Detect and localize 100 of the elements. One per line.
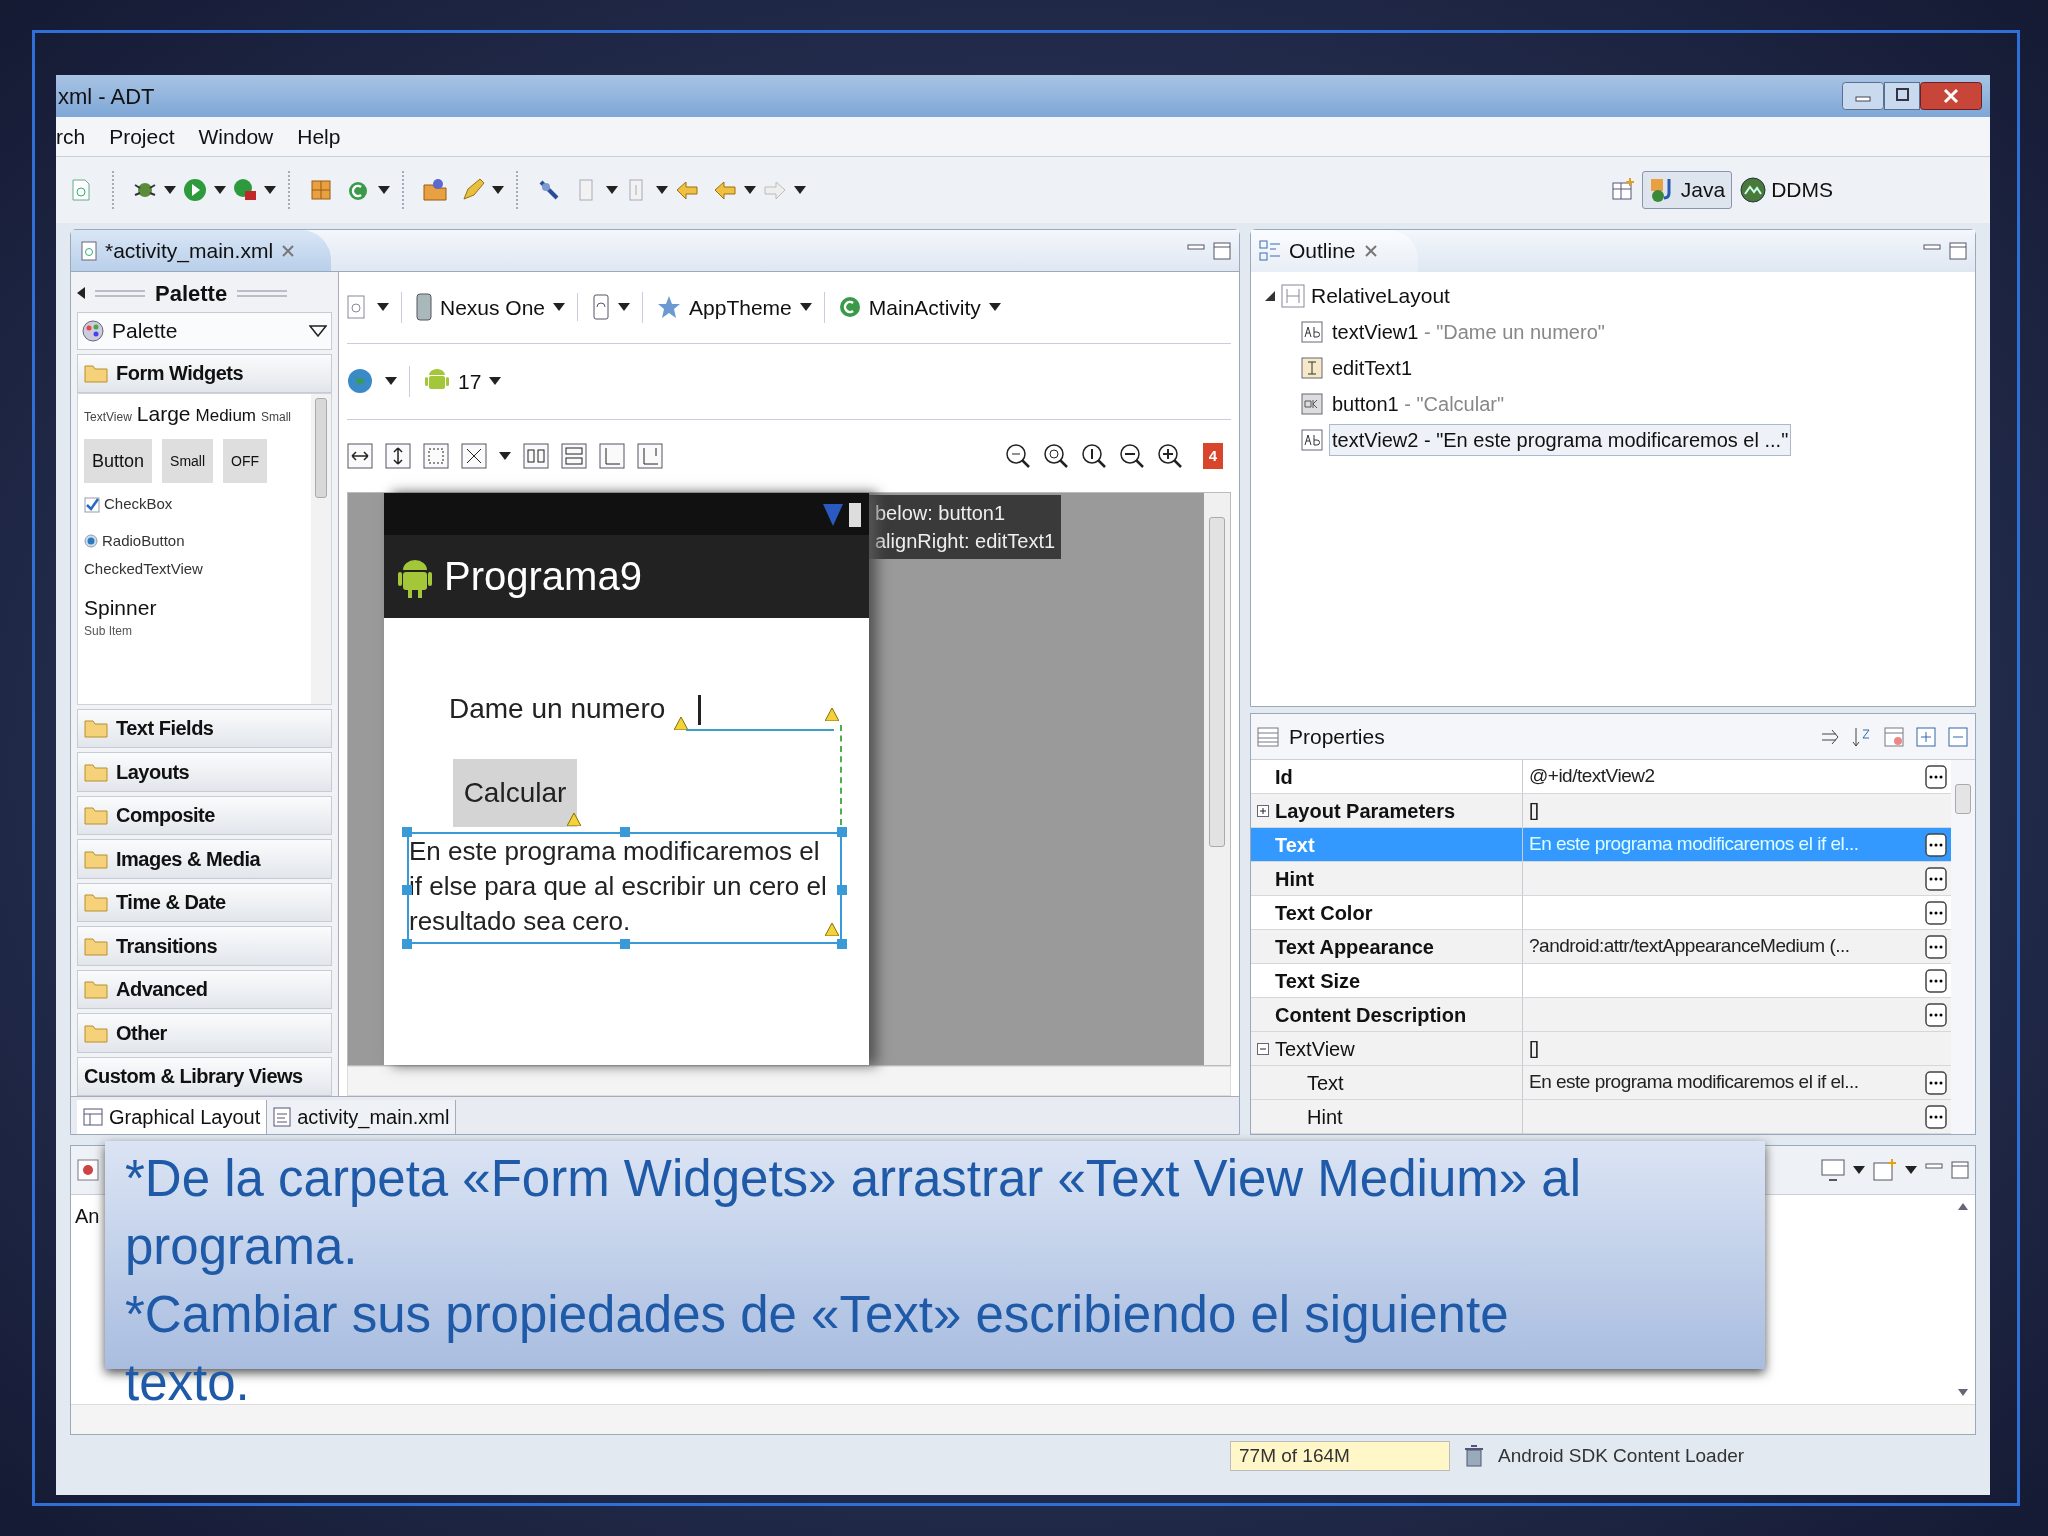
tree-item[interactable]: textView2 - "En este programa modificaremos el ..." (1329, 424, 1792, 456)
palette-category[interactable]: Other (77, 1013, 332, 1053)
menu-item[interactable]: Window (198, 120, 274, 153)
collapse-arrow-icon[interactable] (77, 287, 85, 299)
error-count-badge[interactable]: 4 (1202, 442, 1223, 469)
palette-category[interactable]: Time & Date (77, 882, 332, 923)
property-row[interactable]: TextView [] (1251, 1032, 1951, 1066)
display-icon[interactable] (1821, 1159, 1845, 1181)
caret-icon[interactable] (606, 186, 618, 194)
edit-value-button[interactable] (1925, 832, 1947, 857)
edit-value-button[interactable] (1925, 1104, 1947, 1129)
restore-button[interactable] (1884, 82, 1920, 110)
console-icon[interactable] (77, 1159, 99, 1181)
run-icon[interactable] (182, 177, 208, 203)
palette-category[interactable]: Text Fields (77, 708, 332, 749)
caret-icon[interactable] (377, 303, 389, 312)
caret-icon[interactable] (744, 186, 756, 194)
selection-handle[interactable] (402, 884, 412, 895)
close-icon[interactable] (281, 243, 296, 258)
tree-item[interactable]: editText1 (1329, 352, 1416, 384)
fill-width-icon[interactable] (347, 442, 373, 469)
edit-value-button[interactable] (1925, 900, 1947, 925)
perspective-button[interactable]: DDMS (1732, 171, 1840, 209)
caret-icon[interactable] (378, 186, 390, 194)
caret-icon[interactable] (988, 303, 1001, 312)
caret-icon[interactable] (799, 303, 812, 312)
caret-icon[interactable] (492, 186, 504, 194)
palette-widget[interactable]: RadioButton (84, 530, 305, 553)
menu-item[interactable]: rch (56, 120, 86, 153)
close-button[interactable] (1920, 82, 1982, 110)
palette-category[interactable]: Transitions (77, 926, 332, 966)
property-row[interactable]: Layout Parameters [] (1251, 794, 1951, 828)
edit-value-button[interactable] (1925, 934, 1947, 959)
palette-category[interactable]: Advanced (77, 969, 332, 1010)
selection-handle[interactable] (402, 826, 412, 837)
trash-icon[interactable] (1464, 1445, 1484, 1467)
theme-dropdown[interactable]: AppTheme (642, 291, 812, 324)
palette-widget[interactable]: OFF (223, 439, 268, 484)
globe-icon[interactable] (347, 368, 373, 395)
tree-item[interactable]: textView1 - "Dame un numero" (1329, 316, 1608, 348)
palette-widget[interactable]: Small (162, 439, 214, 484)
palette-category[interactable]: Composite (77, 795, 332, 836)
edit-value-button[interactable] (1925, 1070, 1947, 1095)
palette-widget[interactable]: Button (84, 439, 153, 484)
memory-indicator[interactable]: 77M of 164M (1230, 1440, 1450, 1472)
property-row[interactable]: Text Color (1251, 896, 1951, 930)
distribute-icon[interactable] (523, 442, 549, 469)
palette-widget[interactable]: Spinner (84, 597, 305, 619)
margins-icon[interactable] (423, 442, 449, 469)
editor-tab[interactable]: *activity_main.xml (71, 230, 332, 271)
pen-icon[interactable] (460, 177, 486, 203)
property-row[interactable]: Text Size (1251, 964, 1951, 998)
selection-handle[interactable] (837, 938, 847, 949)
expanded-arrow-icon[interactable] (1265, 291, 1275, 301)
zoom-in-icon[interactable] (1156, 442, 1183, 469)
menu-item[interactable]: Project (109, 120, 175, 153)
caret-icon[interactable] (214, 186, 226, 194)
selection-handle[interactable] (837, 826, 847, 837)
collapse-icon[interactable] (1257, 1042, 1269, 1055)
maximize-icon[interactable] (1213, 241, 1231, 260)
distribute-icon[interactable] (561, 442, 587, 469)
expand-icon[interactable] (1257, 804, 1269, 817)
horizontal-scrollbar[interactable] (71, 1404, 1975, 1434)
palette-widget[interactable]: CheckedTextView (84, 558, 305, 581)
orientation-dropdown[interactable] (577, 293, 631, 322)
property-row[interactable]: Hint (1251, 1100, 1951, 1134)
resize-icon[interactable] (461, 442, 487, 469)
palette-category[interactable]: Custom & Library Views (77, 1056, 332, 1097)
sort-icon[interactable] (1851, 725, 1873, 748)
caret-icon[interactable] (1905, 1166, 1917, 1174)
zoom-fit-icon[interactable] (1042, 442, 1069, 469)
property-row[interactable]: Text En este programa modificaremos el if el... (1251, 1066, 1951, 1100)
api-level-dropdown[interactable]: 17 (409, 365, 502, 398)
selection-handle[interactable] (402, 938, 412, 949)
outline-tab[interactable]: Outline (1251, 230, 1418, 272)
selection-handle[interactable] (620, 938, 630, 949)
palette-widget[interactable]: Large (136, 398, 191, 430)
caret-icon[interactable] (499, 451, 511, 460)
zoom-actual-icon[interactable] (1080, 442, 1107, 469)
caret-icon[interactable] (264, 186, 276, 194)
caret-icon[interactable] (1853, 1166, 1865, 1174)
palette-widget[interactable]: Medium (195, 403, 256, 429)
selection-handle[interactable] (620, 826, 630, 837)
caret-icon[interactable] (553, 303, 566, 312)
property-row[interactable]: Hint (1251, 862, 1951, 896)
palette-widget[interactable]: TextView (84, 408, 132, 426)
palette-dropdown[interactable]: Palette (77, 312, 332, 350)
maximize-icon[interactable] (1949, 242, 1967, 260)
open-perspective-icon[interactable] (1609, 177, 1636, 203)
editor-view-tab[interactable]: activity_main.xml (267, 1100, 457, 1134)
maximize-icon[interactable] (1951, 1161, 1969, 1179)
property-row[interactable]: Id @+id/textView2 (1251, 760, 1951, 794)
selection-handle[interactable] (837, 884, 847, 895)
edit-value-button[interactable] (1925, 866, 1947, 891)
zoom-fit-icon[interactable] (1004, 442, 1031, 469)
caret-icon[interactable] (385, 377, 397, 386)
zoom-out-icon[interactable] (1118, 442, 1145, 469)
activity-dropdown[interactable]: MainActivity (823, 291, 1001, 324)
layout-icon[interactable] (599, 442, 625, 469)
tree-item[interactable]: button1 - "Calcular" (1329, 388, 1508, 420)
